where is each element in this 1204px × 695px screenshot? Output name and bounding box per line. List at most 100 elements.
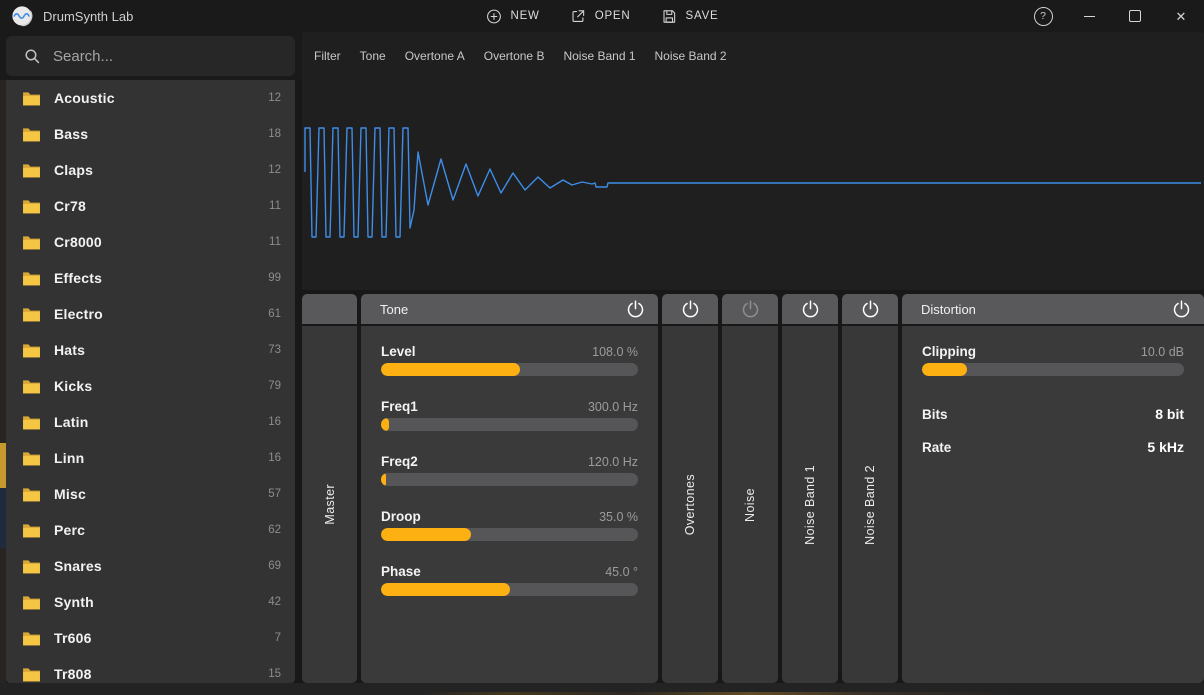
close-button[interactable]: ✕ bbox=[1158, 0, 1204, 32]
module-header-noise-band-2 bbox=[842, 294, 898, 324]
tone-body: Level108.0 %Freq1300.0 HzFreq2120.0 HzDr… bbox=[361, 326, 658, 683]
param-droop: Droop 35.0 % bbox=[381, 508, 638, 541]
module-body-overtones: Overtones bbox=[662, 326, 718, 683]
param-value: 5 kHz bbox=[1147, 439, 1184, 456]
module-body-noise: Noise bbox=[722, 326, 778, 683]
overtones-power-button[interactable] bbox=[680, 299, 701, 320]
folder-count: 18 bbox=[268, 128, 281, 140]
titlebar-menu: NEW OPEN SAVE bbox=[485, 0, 718, 32]
param-slider-fill bbox=[922, 363, 967, 376]
param-slider[interactable] bbox=[381, 583, 638, 596]
open-external-icon bbox=[570, 8, 587, 25]
param-label: Bits bbox=[922, 406, 948, 423]
folder-name: Electro bbox=[54, 306, 103, 322]
folder-count: 12 bbox=[268, 92, 281, 104]
folder-icon bbox=[22, 523, 41, 538]
folder-icon bbox=[22, 271, 41, 286]
param-label: Droop bbox=[381, 508, 421, 525]
sidebar-item-tr808[interactable]: Tr80815 bbox=[6, 656, 295, 683]
help-button[interactable]: ? bbox=[1020, 0, 1066, 32]
param-freq1: Freq1300.0 Hz bbox=[381, 398, 638, 431]
param-value: 35.0 % bbox=[599, 509, 638, 526]
distortion-panel: Distortion Clipping10.0 dBBits8 bitRate5… bbox=[902, 294, 1204, 683]
sidebar-item-linn[interactable]: Linn16 bbox=[6, 440, 295, 476]
folder-icon bbox=[22, 631, 41, 646]
folder-icon bbox=[22, 487, 41, 502]
minimize-icon bbox=[1084, 16, 1095, 17]
sidebar-item-bass[interactable]: Bass 18 bbox=[6, 116, 295, 152]
sidebar-item-tr606[interactable]: Tr6067 bbox=[6, 620, 295, 656]
module-column-noise: Noise bbox=[722, 294, 778, 683]
module-label: Noise Band 2 bbox=[863, 465, 877, 545]
module-header-overtones bbox=[662, 294, 718, 324]
folder-count: 79 bbox=[268, 380, 281, 392]
noise-band-1-power-button[interactable] bbox=[800, 299, 821, 320]
titlebar: DrumSynth Lab NEW OPEN SAVE ? ✕ bbox=[0, 0, 1204, 32]
sidebar-item-perc[interactable]: Perc62 bbox=[6, 512, 295, 548]
desktop-sliver-yellow bbox=[0, 443, 6, 488]
open-button[interactable]: OPEN bbox=[570, 8, 631, 25]
power-icon bbox=[625, 299, 646, 320]
save-floppy-icon bbox=[661, 8, 678, 25]
app-logo-icon bbox=[11, 5, 33, 27]
maximize-icon bbox=[1129, 10, 1141, 22]
new-button[interactable]: NEW bbox=[485, 8, 539, 25]
folder-name: Synth bbox=[54, 594, 94, 610]
save-button-label: SAVE bbox=[686, 10, 719, 22]
param-freq2: Freq2120.0 Hz bbox=[381, 453, 638, 486]
power-icon bbox=[1171, 299, 1192, 320]
sidebar-item-cr8000[interactable]: Cr800011 bbox=[6, 224, 295, 260]
tone-power-button[interactable] bbox=[625, 299, 646, 320]
folder-icon bbox=[22, 91, 41, 106]
sidebar-item-latin[interactable]: Latin16 bbox=[6, 404, 295, 440]
sidebar-item-hats[interactable]: Hats73 bbox=[6, 332, 295, 368]
search-box[interactable] bbox=[6, 36, 295, 76]
param-slider[interactable] bbox=[381, 528, 638, 541]
folder-name: Misc bbox=[54, 486, 86, 502]
folder-name: Latin bbox=[54, 414, 88, 430]
noise-band-2-power-button[interactable] bbox=[860, 299, 881, 320]
noise-power-button[interactable] bbox=[740, 299, 761, 320]
param-slider[interactable] bbox=[381, 363, 638, 376]
param-slider[interactable] bbox=[381, 418, 638, 431]
sidebar-item-acoustic[interactable]: Acoustic12 bbox=[6, 80, 295, 116]
param-slider-fill bbox=[381, 583, 510, 596]
module-body-noise-band-1: Noise Band 1 bbox=[782, 326, 838, 683]
param-value: 8 bit bbox=[1155, 406, 1184, 423]
sidebar-item-synth[interactable]: Synth42 bbox=[6, 584, 295, 620]
param-slider[interactable] bbox=[922, 363, 1184, 376]
waveform-display bbox=[302, 32, 1204, 290]
module-body-noise-band-2: Noise Band 2 bbox=[842, 326, 898, 683]
param-label: Clipping bbox=[922, 343, 976, 360]
save-button[interactable]: SAVE bbox=[661, 8, 719, 25]
param-slider[interactable] bbox=[381, 473, 638, 486]
folder-name: Cr8000 bbox=[54, 234, 102, 250]
sidebar-item-cr78[interactable]: Cr7811 bbox=[6, 188, 295, 224]
sidebar-item-kicks[interactable]: Kicks79 bbox=[6, 368, 295, 404]
sidebar-item-electro[interactable]: Electro61 bbox=[6, 296, 295, 332]
sidebar-item-claps[interactable]: Claps12 bbox=[6, 152, 295, 188]
folder-list: Acoustic12 Bass 18 Claps12Cr7811Cr800011Eff… bbox=[6, 80, 295, 683]
folder-icon bbox=[22, 307, 41, 322]
maximize-button[interactable] bbox=[1112, 0, 1158, 32]
folder-name: Bass bbox=[54, 126, 88, 142]
waveform-panel: FilterToneOvertone AOvertone BNoise Band… bbox=[302, 32, 1204, 290]
folder-name: Tr808 bbox=[54, 666, 92, 682]
master-column: Master bbox=[302, 294, 357, 683]
folder-count: 12 bbox=[268, 164, 281, 176]
folder-icon bbox=[22, 199, 41, 214]
distortion-power-button[interactable] bbox=[1171, 299, 1192, 320]
sidebar-item-misc[interactable]: Misc57 bbox=[6, 476, 295, 512]
module-column-noise-band-1: Noise Band 1 bbox=[782, 294, 838, 683]
folder-name: Hats bbox=[54, 342, 85, 358]
param-label: Level bbox=[381, 343, 416, 360]
param-value: 45.0 ° bbox=[605, 564, 638, 581]
sidebar-item-snares[interactable]: Snares69 bbox=[6, 548, 295, 584]
power-icon bbox=[680, 299, 701, 320]
sidebar-item-effects[interactable]: Effects99 bbox=[6, 260, 295, 296]
param-slider-fill bbox=[381, 528, 471, 541]
param-bits: Bits 8 bit bbox=[922, 406, 1184, 423]
search-input[interactable] bbox=[51, 47, 283, 66]
folder-count: 7 bbox=[275, 632, 281, 644]
minimize-button[interactable] bbox=[1066, 0, 1112, 32]
